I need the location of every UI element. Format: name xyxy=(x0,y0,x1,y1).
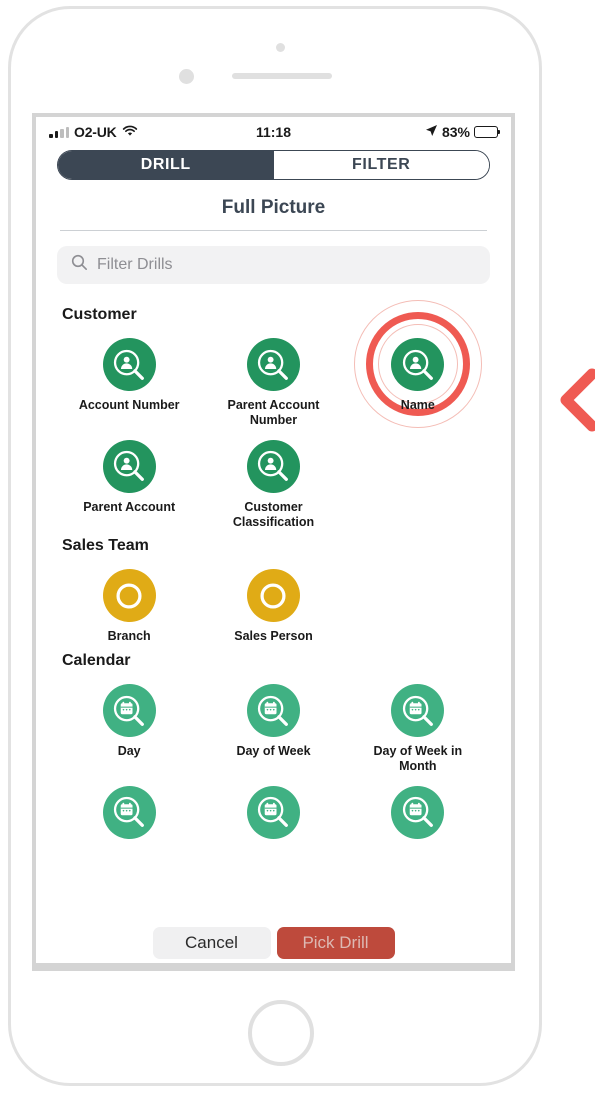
search-input[interactable]: Filter Drills xyxy=(57,246,490,285)
wifi-icon xyxy=(122,124,138,140)
phone-screen: O2-UK 11:18 83% DRILL FILTER Full Pictur… xyxy=(32,113,515,971)
drill-item-label: Day of Week xyxy=(236,744,311,759)
tab-filter[interactable]: FILTER xyxy=(273,151,489,179)
drill-item[interactable] xyxy=(57,780,201,846)
drill-item[interactable] xyxy=(346,780,490,846)
drill-item-customer-classification[interactable]: Customer Classification xyxy=(201,434,345,530)
battery-icon xyxy=(474,126,501,138)
drill-item-label: Customer Classification xyxy=(232,499,315,529)
search-wrap: Filter Drills xyxy=(36,231,511,285)
pick-drill-button[interactable]: Pick Drill xyxy=(276,927,395,959)
chevron-left-icon xyxy=(556,368,595,432)
segmented-control[interactable]: DRILL FILTER xyxy=(57,150,490,180)
ring-icon[interactable] xyxy=(102,569,156,623)
calendar-search-icon[interactable] xyxy=(246,684,300,738)
calendar-search-icon[interactable] xyxy=(102,785,156,839)
action-bar-rule xyxy=(36,963,511,967)
drill-item-day-of-week-in-month[interactable]: Day of Week in Month xyxy=(346,678,490,774)
battery-percent-label: 83% xyxy=(441,124,470,140)
drill-item-label: Day of Week in Month xyxy=(373,744,463,773)
ring-icon[interactable] xyxy=(246,569,300,623)
person-search-icon[interactable] xyxy=(102,338,156,392)
drill-item-branch[interactable]: Branch xyxy=(57,563,201,644)
action-bar: Cancel Pick Drill xyxy=(36,919,511,967)
drill-grid: Account Number Parent Account Number Name P… xyxy=(57,300,490,530)
group-title-sales-team: Sales Team xyxy=(62,537,149,555)
drill-grid: Day Day of Week Day of Week in Month xyxy=(57,678,490,846)
status-bar: O2-UK 11:18 83% xyxy=(36,117,511,147)
drill-item-name[interactable]: Name xyxy=(346,300,490,429)
drill-item-label: Parent Account xyxy=(83,499,176,514)
drill-item-label: Day xyxy=(117,744,141,759)
drill-grid: Branch Sales Person xyxy=(57,563,490,644)
carrier-label: O2-UK xyxy=(74,124,117,140)
person-search-icon[interactable] xyxy=(246,338,300,392)
drill-item-parent-account-number[interactable]: Parent Account Number xyxy=(201,332,345,428)
cellular-signal-icon xyxy=(49,126,69,138)
page-title: Full Picture xyxy=(221,197,326,218)
drill-item-day[interactable]: Day xyxy=(57,678,201,774)
drill-item-label: Name xyxy=(400,398,435,413)
status-bar-right: 83% xyxy=(425,124,501,140)
drill-item-sales-person[interactable]: Sales Person xyxy=(201,563,345,644)
person-search-icon[interactable] xyxy=(246,439,300,493)
drill-item-account-number[interactable]: Account Number xyxy=(57,332,201,428)
location-arrow-icon xyxy=(425,124,438,140)
search-icon xyxy=(71,254,88,276)
calendar-search-icon[interactable] xyxy=(102,684,156,738)
person-search-icon[interactable] xyxy=(391,338,445,392)
screenshot-stage: O2-UK 11:18 83% DRILL FILTER Full Pictur… xyxy=(0,0,595,1094)
drill-item-day-of-week[interactable]: Day of Week xyxy=(201,678,345,774)
drill-item-label: Account Number xyxy=(78,398,180,413)
cancel-button[interactable]: Cancel xyxy=(152,927,271,959)
search-placeholder: Filter Drills xyxy=(97,256,173,274)
drill-item-label: Sales Person xyxy=(234,629,313,644)
group-title-calendar: Calendar xyxy=(62,652,131,670)
earpiece-speaker xyxy=(232,73,332,79)
group-title-customer: Customer xyxy=(62,306,137,324)
calendar-search-icon[interactable] xyxy=(246,785,300,839)
front-camera-icon xyxy=(179,69,194,84)
drill-item-parent-account[interactable]: Parent Account xyxy=(57,434,201,530)
home-button[interactable] xyxy=(248,1000,314,1066)
drill-item-label: Branch xyxy=(107,629,151,644)
segmented-control-wrap: DRILL FILTER xyxy=(36,147,511,180)
proximity-sensor-icon xyxy=(276,43,285,52)
calendar-search-icon[interactable] xyxy=(391,785,445,839)
tab-drill[interactable]: DRILL xyxy=(58,151,274,179)
person-search-icon[interactable] xyxy=(102,439,156,493)
status-bar-left: O2-UK xyxy=(49,124,138,140)
drill-list[interactable]: Customer Account Number Parent Account Num… xyxy=(36,284,511,967)
calendar-search-icon[interactable] xyxy=(391,684,445,738)
drill-item-label: Parent Account Number xyxy=(227,398,320,428)
drill-item[interactable] xyxy=(201,780,345,846)
